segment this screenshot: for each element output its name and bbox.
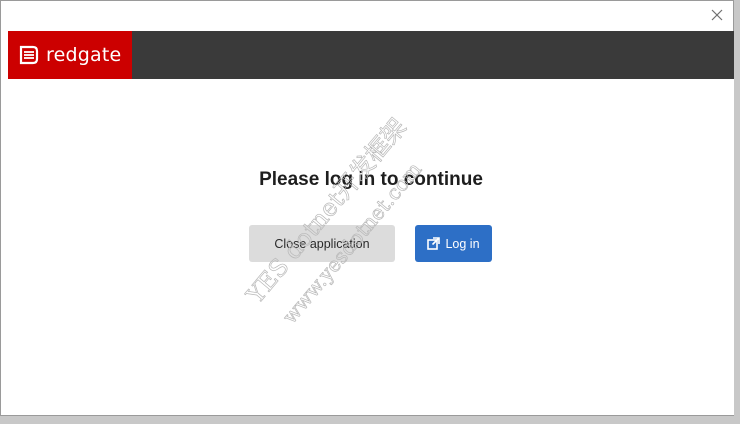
title-bar: [1, 1, 733, 31]
login-label: Log in: [445, 236, 480, 251]
close-icon[interactable]: [709, 7, 725, 23]
login-button[interactable]: Log in: [415, 225, 492, 262]
page-title: Please log in to continue: [259, 169, 483, 190]
header-bar: redgate: [8, 31, 734, 79]
close-application-button[interactable]: Close application: [249, 225, 395, 262]
external-link-icon: [427, 237, 441, 250]
close-application-label: Close application: [274, 236, 370, 251]
login-dialog: redgate Please log in to continue Close …: [0, 0, 734, 416]
redgate-logo: redgate: [8, 31, 132, 79]
main-content: Please log in to continue Close applicat…: [8, 79, 734, 415]
redgate-logo-icon: [19, 45, 39, 65]
logo-text: redgate: [46, 44, 122, 66]
